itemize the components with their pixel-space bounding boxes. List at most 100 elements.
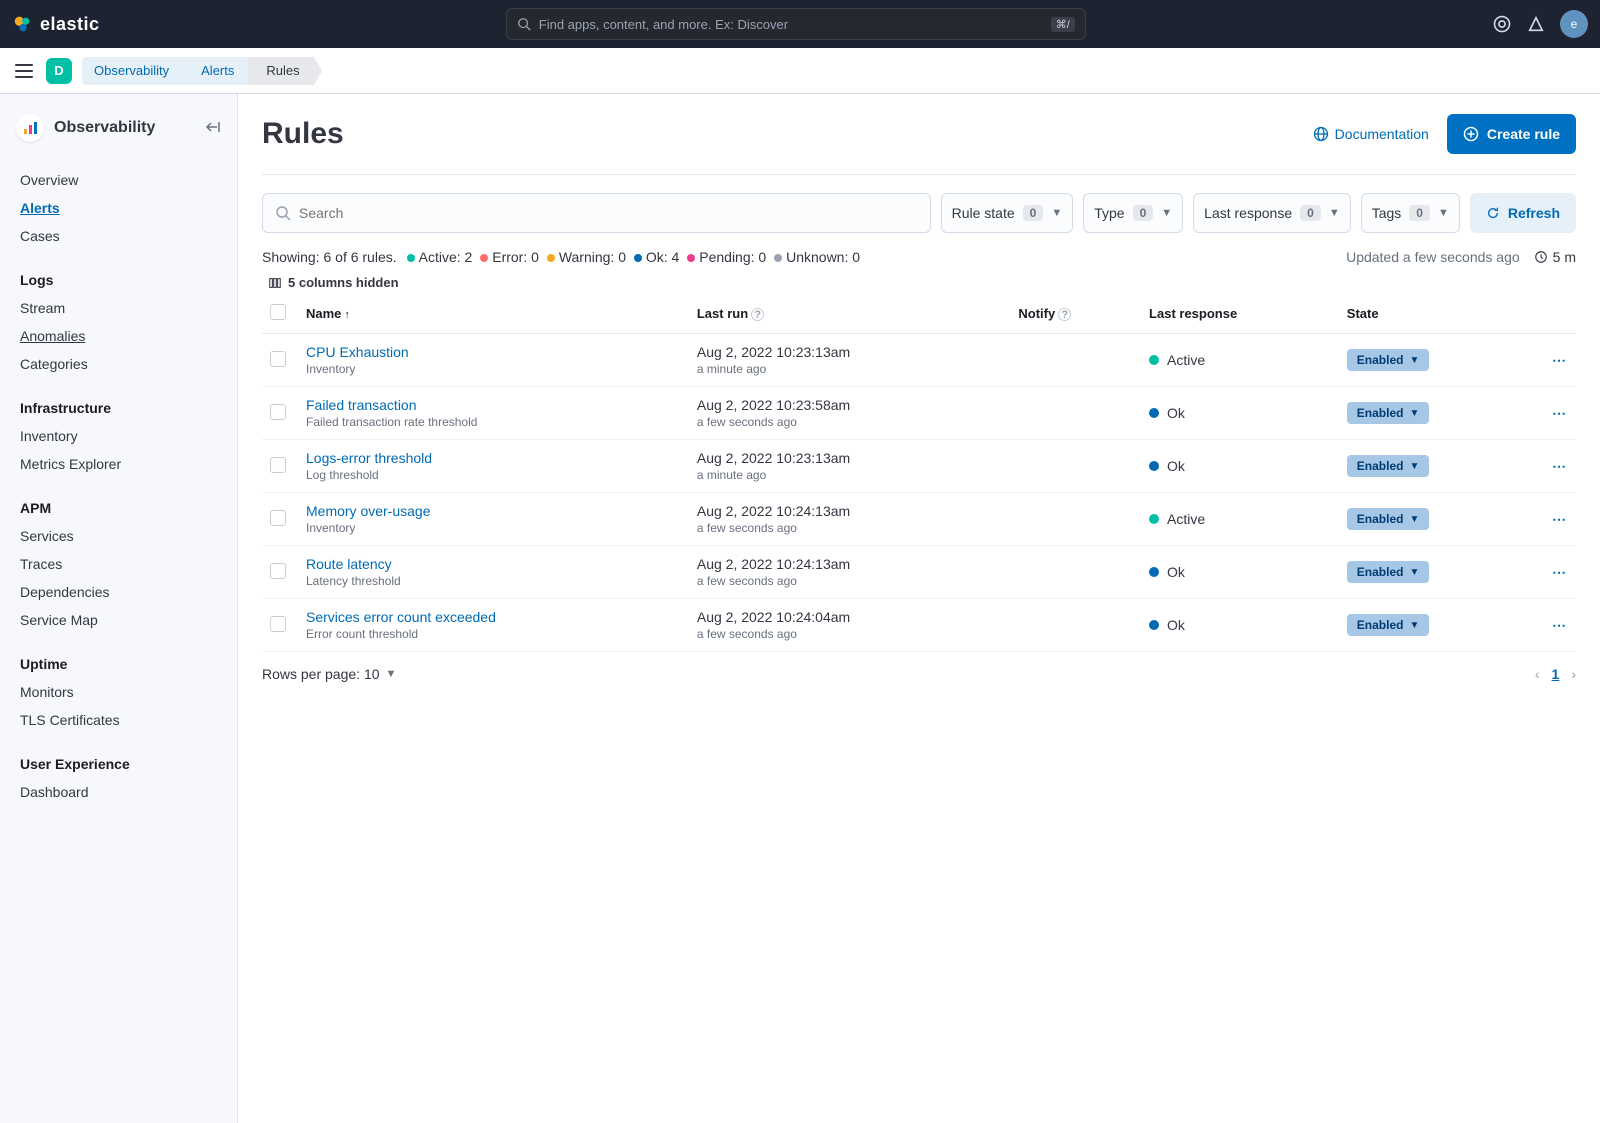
sidebar-item-tls-certificates[interactable]: TLS Certificates [0, 706, 237, 734]
collapse-sidebar-button[interactable] [205, 119, 221, 138]
breadcrumb-alerts[interactable]: Alerts [183, 57, 248, 85]
showing-text: Showing: 6 of 6 rules. [262, 249, 397, 265]
row-actions-button[interactable]: ⋯ [1552, 458, 1568, 474]
page-head: Rules Documentation Create rule [262, 114, 1576, 175]
sidebar-item-inventory[interactable]: Inventory [0, 422, 237, 450]
row-actions-button[interactable]: ⋯ [1552, 352, 1568, 368]
col-notify[interactable]: Notify? [1010, 294, 1141, 334]
sidebar-item-overview[interactable]: Overview [0, 166, 237, 194]
create-rule-button[interactable]: Create rule [1447, 114, 1576, 154]
global-search-input[interactable]: Find apps, content, and more. Ex: Discov… [506, 8, 1086, 40]
col-last-run[interactable]: Last run? [689, 294, 1011, 334]
chevron-down-icon: ▼ [1438, 207, 1449, 219]
refresh-button[interactable]: Refresh [1470, 193, 1576, 233]
globe-icon [1313, 126, 1329, 142]
rule-name-link[interactable]: Logs-error threshold [306, 450, 681, 466]
response-text: Ok [1167, 617, 1185, 633]
page-next-button[interactable]: › [1571, 666, 1576, 682]
rows-per-page-selector[interactable]: Rows per page: 10 ▼ [262, 666, 396, 682]
row-checkbox[interactable] [270, 563, 286, 579]
info-icon: ? [751, 308, 764, 321]
chevron-down-icon: ▼ [1409, 461, 1419, 472]
state-toggle[interactable]: Enabled ▼ [1347, 508, 1430, 530]
documentation-link[interactable]: Documentation [1313, 126, 1429, 142]
row-checkbox[interactable] [270, 404, 286, 420]
status-dot [774, 254, 782, 262]
page-prev-button[interactable]: ‹ [1535, 666, 1540, 682]
status-right: Updated a few seconds ago 5 m [1346, 249, 1576, 265]
row-actions-button[interactable]: ⋯ [1552, 564, 1568, 580]
sidebar-item-cases[interactable]: Cases [0, 222, 237, 250]
state-toggle[interactable]: Enabled ▼ [1347, 402, 1430, 424]
plus-circle-icon [1463, 126, 1479, 142]
chevron-down-icon: ▼ [1409, 620, 1419, 631]
status-count: Ok: 4 [646, 249, 683, 265]
rule-type-label: Log threshold [306, 468, 681, 482]
space-selector[interactable]: D [46, 58, 72, 84]
rule-name-link[interactable]: CPU Exhaustion [306, 344, 681, 360]
interval-selector[interactable]: 5 m [1534, 249, 1576, 265]
columns-icon [268, 276, 282, 290]
rule-name-link[interactable]: Failed transaction [306, 397, 681, 413]
state-toggle[interactable]: Enabled ▼ [1347, 349, 1430, 371]
breadcrumb-rules: Rules [248, 57, 313, 85]
sidebar-item-dependencies[interactable]: Dependencies [0, 578, 237, 606]
rule-name-link[interactable]: Route latency [306, 556, 681, 572]
rules-search-input[interactable] [299, 205, 918, 221]
state-toggle[interactable]: Enabled ▼ [1347, 455, 1430, 477]
status-count: Error: 0 [492, 249, 543, 265]
sidebar-item-categories[interactable]: Categories [0, 350, 237, 378]
sidebar-item-metrics-explorer[interactable]: Metrics Explorer [0, 450, 237, 478]
state-toggle[interactable]: Enabled ▼ [1347, 561, 1430, 583]
newsfeed-icon[interactable] [1526, 14, 1546, 34]
select-all-checkbox[interactable] [270, 304, 286, 320]
global-header: elastic Find apps, content, and more. Ex… [0, 0, 1600, 48]
sidebar-item-services[interactable]: Services [0, 522, 237, 550]
search-icon [275, 205, 291, 221]
response-dot [1149, 461, 1159, 471]
user-avatar[interactable]: e [1560, 10, 1588, 38]
state-toggle[interactable]: Enabled ▼ [1347, 614, 1430, 636]
last-run-ago: a few seconds ago [697, 415, 1003, 429]
row-actions-button[interactable]: ⋯ [1552, 617, 1568, 633]
rule-name-link[interactable]: Services error count exceeded [306, 609, 681, 625]
sidebar-item-dashboard[interactable]: Dashboard [0, 778, 237, 806]
chevron-down-icon: ▼ [1329, 207, 1340, 219]
status-left: Showing: 6 of 6 rules. Active: 2 Error: … [262, 249, 860, 265]
sidebar-item-traces[interactable]: Traces [0, 550, 237, 578]
filter-type[interactable]: Type 0 ▼ [1083, 193, 1183, 233]
row-checkbox[interactable] [270, 457, 286, 473]
page-title: Rules [262, 117, 344, 151]
rule-type-label: Inventory [306, 521, 681, 535]
columns-hidden-toggle[interactable]: 5 columns hidden [268, 275, 1576, 290]
row-checkbox[interactable] [270, 351, 286, 367]
main-content: Rules Documentation Create rule Rule sta… [238, 94, 1600, 1123]
observability-app-icon [16, 114, 44, 142]
filter-tags[interactable]: Tags 0 ▼ [1361, 193, 1460, 233]
filter-last-response[interactable]: Last response 0 ▼ [1193, 193, 1351, 233]
col-state[interactable]: State [1339, 294, 1526, 334]
row-checkbox[interactable] [270, 616, 286, 632]
sidebar-item-alerts[interactable]: Alerts [0, 194, 237, 222]
col-last-response[interactable]: Last response [1141, 294, 1339, 334]
rule-name-link[interactable]: Memory over-usage [306, 503, 681, 519]
chevron-down-icon: ▼ [1161, 207, 1172, 219]
nav-toggle-button[interactable] [12, 59, 36, 83]
elastic-logo[interactable]: elastic [12, 13, 100, 35]
rules-search-box[interactable] [262, 193, 931, 233]
sidebar-item-monitors[interactable]: Monitors [0, 678, 237, 706]
filter-rule-state[interactable]: Rule state 0 ▼ [941, 193, 1074, 233]
last-run-time: Aug 2, 2022 10:24:13am [697, 556, 1003, 572]
row-checkbox[interactable] [270, 510, 286, 526]
breadcrumb-row: D Observability Alerts Rules [0, 48, 1600, 94]
sidebar-item-anomalies[interactable]: Anomalies [0, 322, 237, 350]
sidebar-item-service-map[interactable]: Service Map [0, 606, 237, 634]
page-number[interactable]: 1 [1552, 666, 1560, 682]
rule-type-label: Inventory [306, 362, 681, 376]
col-name[interactable]: Name↑ [298, 294, 689, 334]
sidebar-item-stream[interactable]: Stream [0, 294, 237, 322]
row-actions-button[interactable]: ⋯ [1552, 511, 1568, 527]
help-icon[interactable] [1492, 14, 1512, 34]
row-actions-button[interactable]: ⋯ [1552, 405, 1568, 421]
breadcrumb-observability[interactable]: Observability [82, 57, 183, 85]
